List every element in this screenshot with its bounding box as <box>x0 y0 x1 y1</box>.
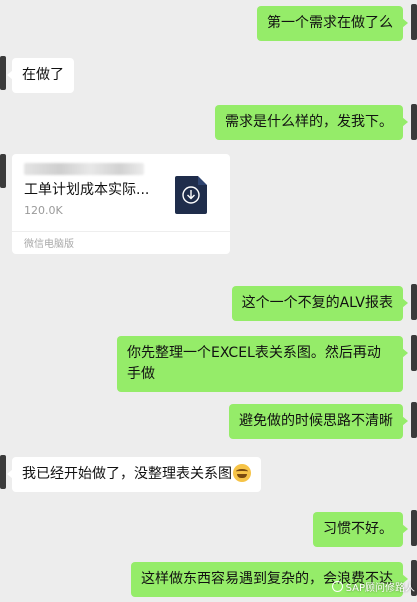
message-bubble-sent[interactable]: 习惯不好。 <box>313 512 408 547</box>
message-bubble-sent[interactable]: 这个一个不复的ALV报表 <box>231 286 409 321</box>
message-text: 这个一个不复的ALV报表 <box>241 295 393 311</box>
my-avatar[interactable] <box>411 402 417 438</box>
message-bubble-received[interactable]: 在做了 <box>7 58 74 93</box>
message-text: 第一个需求在做了么 <box>267 15 393 31</box>
blurred-sender-text <box>24 163 144 175</box>
contact-avatar[interactable] <box>0 455 6 489</box>
card-divider <box>12 231 230 232</box>
my-avatar[interactable] <box>411 104 417 140</box>
my-avatar[interactable] <box>411 284 417 320</box>
message-bubble-received[interactable]: 我已经开始做了，没整理表关系图 <box>7 457 261 492</box>
message-text: 你先整理一个EXCEL表关系图。然后再动手做 <box>127 345 381 382</box>
wechat-icon <box>331 581 343 592</box>
my-avatar[interactable] <box>411 4 417 40</box>
message-text: 我已经开始做了，没整理表关系图 <box>22 466 232 482</box>
file-source-label: 微信电脑版 <box>24 239 74 250</box>
my-avatar[interactable] <box>411 510 417 546</box>
contact-avatar[interactable] <box>0 154 6 188</box>
message-bubble-sent[interactable]: 需求是什么样的，发我下。 <box>215 105 408 140</box>
message-bubble-sent[interactable]: 避免做的时候思路不清晰 <box>229 404 408 439</box>
download-document-icon[interactable] <box>175 176 207 214</box>
message-bubble-sent[interactable]: 第一个需求在做了么 <box>257 6 408 41</box>
message-text: 习惯不好。 <box>323 521 393 537</box>
message-text: 在做了 <box>22 67 64 83</box>
contact-avatar[interactable] <box>0 56 6 90</box>
message-bubble-sent[interactable]: 你先整理一个EXCEL表关系图。然后再动手做 <box>117 336 408 392</box>
file-name: 工单计划成本实际... <box>24 182 150 198</box>
file-size: 120.0K <box>24 204 63 217</box>
watermark-text: SAP顾问修路人 <box>345 583 415 594</box>
watermark: SAP顾问修路人 <box>331 579 415 594</box>
message-text: 避免做的时候思路不清晰 <box>239 413 393 429</box>
message-text: 需求是什么样的，发我下。 <box>225 114 393 130</box>
my-avatar[interactable] <box>411 335 417 371</box>
file-message-card[interactable]: 工单计划成本实际... 120.0K 微信电脑版 <box>12 154 230 254</box>
grinning-sweat-emoji-icon <box>233 464 251 482</box>
